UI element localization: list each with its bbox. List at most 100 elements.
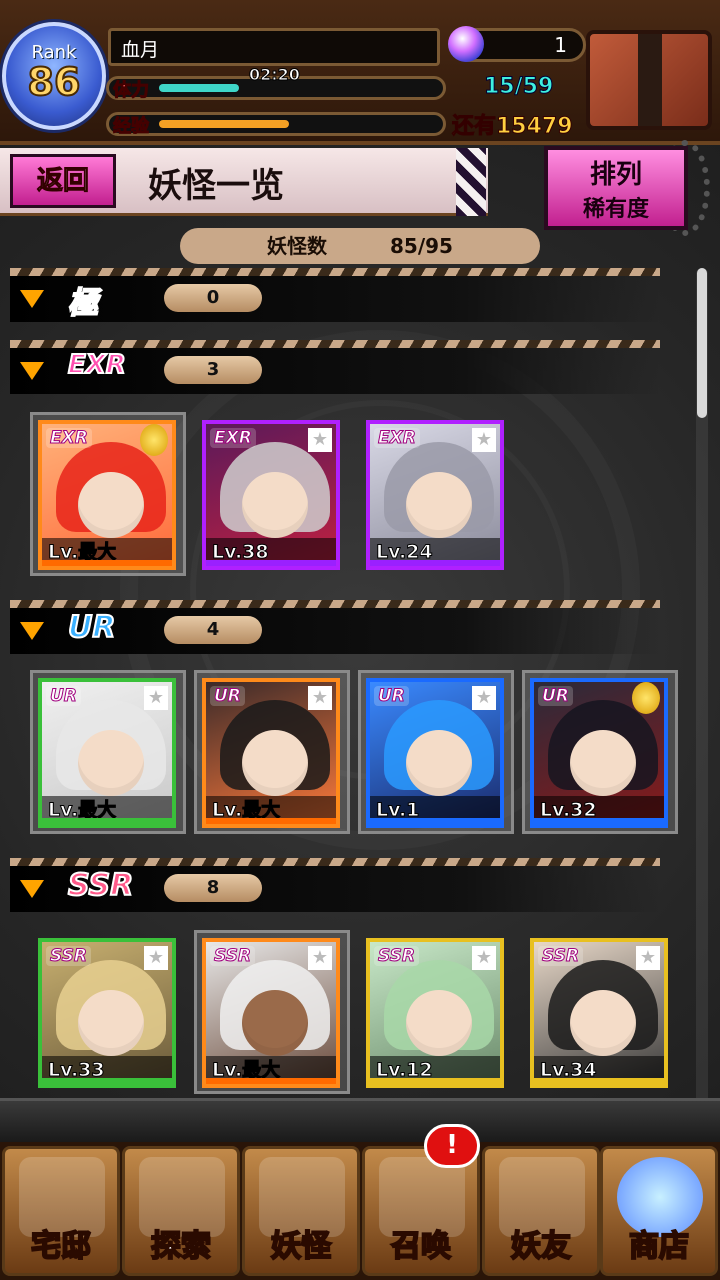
nav-yokai-button[interactable]: 妖怪 (242, 1146, 360, 1276)
card-face (570, 990, 636, 1056)
section-header-kiwami[interactable]: 極 0 (10, 268, 660, 322)
yokai-card[interactable]: SSR ★ Lv.33 (38, 938, 176, 1088)
favorite-star-icon[interactable]: ★ (472, 946, 496, 970)
nav-mansion-button[interactable]: 宅邸 (2, 1146, 120, 1276)
nav-shop-button[interactable]: 商店 (600, 1146, 718, 1276)
stamina-value: 15/59 (483, 74, 554, 100)
rarity-badge: SSR (374, 946, 419, 967)
yokai-card[interactable]: EXR ★ Lv.38 (202, 420, 340, 570)
collapse-triangle-icon (20, 362, 44, 380)
level-strip (534, 818, 664, 824)
level-strip (370, 818, 500, 824)
page-title: 妖怪一览 (148, 166, 284, 206)
nav-explore-button[interactable]: 探索 (122, 1146, 240, 1276)
exp-label: 经验 (113, 116, 150, 138)
stamina-label: 体力 (113, 80, 150, 102)
nav-label: 妖友 (510, 1228, 572, 1265)
level-strip (206, 560, 336, 566)
favorite-star-icon[interactable]: ★ (144, 946, 168, 970)
yokai-card[interactable]: UR ★ Lv.最大 (202, 678, 340, 828)
back-button[interactable]: 返回 (10, 154, 116, 208)
favorite-star-icon[interactable]: ★ (472, 428, 496, 452)
yokai-list-screen: Rank 86 血月 体力 02:20 经验 1 15/59 还有15479 返… (0, 0, 720, 1280)
sort-button[interactable]: 排列 稀有度 (544, 146, 688, 230)
title-stripe-decoration (456, 148, 486, 216)
orb-count: 1 (554, 33, 567, 57)
card-face (406, 730, 472, 796)
level-strip (370, 1078, 500, 1084)
yokai-count-label: 妖怪数 (267, 234, 328, 258)
card-face (78, 990, 144, 1056)
yokai-count-value: 85/95 (390, 234, 453, 258)
tier-count: 4 (164, 616, 262, 644)
exp-fill (159, 120, 289, 128)
stamina-fill (159, 84, 239, 92)
nav-label: 探索 (150, 1228, 212, 1265)
card-face (78, 730, 144, 796)
rarity-badge: EXR (46, 428, 92, 449)
favorite-star-icon[interactable]: ★ (308, 686, 332, 710)
rarity-badge: SSR (210, 946, 255, 967)
card-face (78, 472, 144, 538)
yokai-card[interactable]: EXR ★ Lv.24 (366, 420, 504, 570)
collapse-triangle-icon (20, 290, 44, 308)
yokai-card[interactable]: EXR Lv.最大 (38, 420, 176, 570)
yokai-card[interactable]: UR ★ Lv.1 (366, 678, 504, 828)
tier-label: 極 (67, 285, 99, 322)
yokai-card[interactable]: SSR ★ Lv.34 (530, 938, 668, 1088)
yokai-card[interactable]: SSR ★ Lv.12 (366, 938, 504, 1088)
treasure-chest-icon[interactable] (586, 30, 712, 130)
favorite-star-icon[interactable]: ★ (308, 946, 332, 970)
level-strip (370, 560, 500, 566)
tier-count: 0 (164, 284, 262, 312)
section-header-ssr[interactable]: SSR 8 (10, 858, 660, 912)
collapse-triangle-icon (20, 622, 44, 640)
level-strip (206, 1078, 336, 1084)
nav-label: 召唤 (390, 1228, 452, 1265)
tier-label: UR (67, 609, 116, 646)
sort-mode: 稀有度 (582, 197, 649, 222)
rank-badge: Rank 86 (2, 22, 106, 130)
nav-label: 妖怪 (270, 1228, 332, 1265)
exp-remaining: 还有15479 (452, 114, 574, 140)
rarity-badge: EXR (210, 428, 256, 449)
rank-value: 86 (27, 60, 82, 104)
level-strip (42, 560, 172, 566)
sort-label: 排列 (589, 160, 642, 190)
tier-count: 8 (164, 874, 262, 902)
yokai-card[interactable]: SSR ★ Lv.最大 (202, 938, 340, 1088)
rarity-badge: SSR (538, 946, 583, 967)
section-header-exr[interactable]: EXR 3 (10, 340, 660, 394)
card-face (242, 472, 308, 538)
favorite-star-icon[interactable]: ★ (308, 428, 332, 452)
crown-icon (140, 424, 168, 456)
favorite-star-icon[interactable]: ★ (144, 686, 168, 710)
card-face (242, 990, 308, 1056)
nav-top-strip (0, 1098, 720, 1142)
nav-friends-button[interactable]: 妖友 (482, 1146, 600, 1276)
yokai-card[interactable]: UR Lv.32 (530, 678, 668, 828)
stamina-timer: 02:20 (249, 65, 301, 85)
card-face (406, 472, 472, 538)
stamina-bar: 体力 02:20 (106, 65, 446, 102)
yokai-count-bar: 妖怪数 85/95 (180, 228, 540, 264)
rarity-badge: SSR (46, 946, 91, 967)
summon-alert-badge: ! (424, 1124, 480, 1168)
rarity-badge: UR (374, 686, 409, 707)
card-face (406, 990, 472, 1056)
favorite-star-icon[interactable]: ★ (472, 686, 496, 710)
favorite-star-icon[interactable]: ★ (636, 946, 660, 970)
nav-label: 宅邸 (30, 1228, 92, 1265)
crown-icon (632, 682, 660, 714)
rarity-badge: UR (46, 686, 81, 707)
scrollbar-thumb[interactable] (697, 268, 707, 418)
rarity-badge: UR (538, 686, 573, 707)
exp-bar: 经验 (106, 112, 446, 138)
tier-label: EXR (67, 349, 127, 381)
player-name: 血月 (108, 28, 440, 66)
tier-label: SSR (67, 867, 134, 904)
level-strip (534, 1078, 664, 1084)
collapse-triangle-icon (20, 880, 44, 898)
yokai-card[interactable]: UR ★ Lv.最大 (38, 678, 176, 828)
section-header-ur[interactable]: UR 4 (10, 600, 660, 654)
